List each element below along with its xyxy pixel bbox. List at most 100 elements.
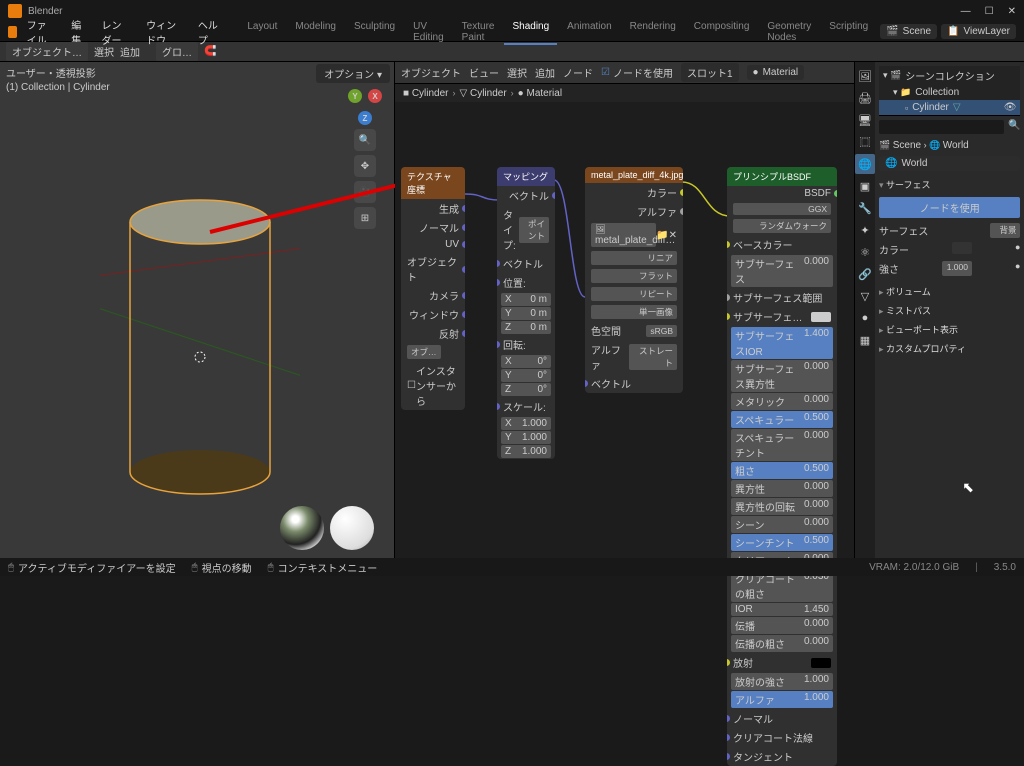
bsdf-param[interactable]: スペキュラー0.500 [731,411,833,428]
ptab-world[interactable]: 🌐 [855,154,875,174]
distribution[interactable]: GGX [733,203,831,215]
tc-output[interactable]: オブジェクト [401,252,465,286]
ptab-constraint[interactable]: 🔗 [855,264,875,284]
bsdf-param[interactable]: 伝播の粗さ0.000 [731,635,833,652]
workspace-tab-modeling[interactable]: Modeling [287,19,344,45]
node-principled-bsdf[interactable]: プリンシプルBSDF BSDF GGX ランダムウォーク ベースカラー サブサー… [727,167,837,766]
bsdf-param[interactable]: 伝播0.000 [731,617,833,634]
bsdf-param[interactable]: サブサーフェス0.000 [731,255,833,287]
panel-ビューポート表示[interactable]: ビューポート表示 [879,320,1020,339]
ptab-data[interactable]: ▽ [855,286,875,306]
bsdf-param[interactable]: メタリック0.000 [731,393,833,410]
ptab-render[interactable]: 🖼 [855,66,875,86]
workspace-tab-uv editing[interactable]: UV Editing [405,19,452,45]
bsdf-param[interactable]: シーン0.000 [731,516,833,533]
panel-カスタムプロパティ[interactable]: カスタムプロパティ [879,339,1020,358]
bsdf-param[interactable]: 異方性の回転0.000 [731,498,833,515]
use-nodes-checkbox[interactable]: ☑ノードを使用 [601,65,673,80]
bsdf-param[interactable]: 放射 [727,653,837,672]
tc-output[interactable]: カメラ [401,286,465,305]
ptab-modifier[interactable]: 🔧 [855,198,875,218]
scene-path[interactable]: 🎬 Scene › 🌐 World [879,138,1020,153]
workspace-tab-animation[interactable]: Animation [559,19,619,45]
ne-node[interactable]: ノード [563,65,593,80]
bsdf-param[interactable]: サブサーフェス異方性0.000 [731,360,833,392]
scene-dropdown[interactable]: 🎬 Scene [880,24,937,39]
image-file-field[interactable]: 🖼 metal_plate_diff… [591,223,656,247]
workspace-tab-shading[interactable]: Shading [504,19,557,45]
mapping-scale-Z[interactable]: Z1.000 [501,445,551,458]
mapping-loc-Z[interactable]: Z0 m [501,321,551,334]
bsdf-param[interactable]: 異方性0.000 [731,480,833,497]
tc-output[interactable]: 反射 [401,324,465,343]
panel-ミストパス[interactable]: ミストパス [879,301,1020,320]
viewport-options[interactable]: オプション ▾ [316,64,390,83]
toolbar-add[interactable]: 追加 [120,44,140,59]
ptab-scene[interactable]: ⿴ [855,132,875,152]
mapping-rot-X[interactable]: X0° [501,355,551,368]
world-selector[interactable]: 🌐 World [879,156,1020,171]
orientation-dropdown[interactable]: グロ… [156,42,198,61]
workspace-tab-layout[interactable]: Layout [239,19,285,45]
ptab-texture[interactable]: ▦ [855,330,875,350]
node-image-texture[interactable]: metal_plate_diff_4k.jpg カラー アルファ 🖼 metal… [585,167,683,393]
bsdf-param[interactable]: 粗さ0.500 [731,462,833,479]
cylinder-row[interactable]: ▫ Cylinder ▽👁 [879,100,1020,115]
interpolation[interactable]: リニア [591,251,677,265]
tc-output[interactable]: ノーマル [401,218,465,237]
remove-file-icon[interactable]: ✕ [669,230,677,241]
panel-ボリューム[interactable]: ボリューム [879,282,1020,301]
mapping-rot-Y[interactable]: Y0° [501,369,551,382]
move-icon[interactable]: ✥ [354,155,376,177]
ptab-material[interactable]: ● [855,308,875,328]
node-texture-coordinate[interactable]: テクスチャ座標 生成ノーマルUVオブジェクトカメラウィンドウ反射 オブ… ☐ イ… [401,167,465,410]
open-file-icon[interactable]: 📁 [656,230,668,241]
surface-panel[interactable]: サーフェス [879,175,1020,194]
crumb-3[interactable]: ● Material [518,88,562,99]
ne-view[interactable]: ビュー [469,65,499,80]
close-button[interactable]: ✕ [1008,6,1016,17]
crumb-2[interactable]: ▽ Cylinder [460,88,507,99]
colorspace[interactable]: sRGB [646,325,677,337]
strength-field[interactable]: 1.000 [942,261,972,276]
material-dropdown[interactable]: ● Material [747,65,805,80]
bsdf-param[interactable]: IOR1.450 [731,603,833,616]
snap-icon[interactable]: 🧲 [204,46,216,57]
tc-output[interactable]: ウィンドウ [401,305,465,324]
surface-type[interactable]: 背景 [990,223,1020,238]
toolbar-select[interactable]: 選択 [94,44,114,59]
camera-toggle-icon[interactable]: 🎥 [354,181,376,203]
bsdf-param[interactable]: 放射の強さ1.000 [731,673,833,690]
perspective-icon[interactable]: ⊞ [354,207,376,229]
object-field[interactable]: オブ… [407,345,441,359]
preview-sphere-diffuse[interactable] [330,506,374,550]
crumb-1[interactable]: ■ Cylinder [403,88,449,99]
ptab-view[interactable]: 🖥 [855,110,875,130]
preview-sphere-hdri[interactable] [280,506,324,550]
outliner[interactable]: ▾ 🎬 シーンコレクション ▾ 📁 Collection ▫ Cylinder … [879,66,1020,116]
cylinder-object[interactable] [100,162,300,522]
bsdf-param[interactable]: サブサーフェ… [727,307,837,326]
workspace-tab-texture paint[interactable]: Texture Paint [454,19,503,45]
instancer-checkbox[interactable]: インスタンサーから [416,363,459,408]
sss-method[interactable]: ランダムウォーク [733,219,831,233]
alpha-mode[interactable]: ストレート [629,344,677,370]
color-swatch[interactable] [952,242,972,254]
workspace-tab-rendering[interactable]: Rendering [622,19,684,45]
shader-node-editor[interactable]: オブジェクト ビュー 選択 追加 ノード ☑ノードを使用 スロット1 ● Mat… [395,62,854,560]
mapping-scale-X[interactable]: X1.000 [501,417,551,430]
bsdf-input[interactable]: ノーマル [727,709,837,728]
tc-output[interactable]: UV [401,237,465,252]
workspace-tab-geometry nodes[interactable]: Geometry Nodes [759,19,819,45]
ne-add[interactable]: 追加 [535,65,555,80]
workspace-tab-scripting[interactable]: Scripting [821,19,876,45]
node-mapping[interactable]: マッピング ベクトル タイプ:ポイント ベクトル 位置:X0 mY0 mZ0 m… [497,167,555,459]
mapping-scale-Y[interactable]: Y1.000 [501,431,551,444]
extension[interactable]: リピート [591,287,677,301]
ptab-output[interactable]: 🖨 [855,88,875,108]
mode-selector[interactable]: オブジェクト… [6,42,88,61]
axis-gizmo[interactable]: X Y Z [346,87,384,125]
zoom-icon[interactable]: 🔍 [354,129,376,151]
ptab-particle[interactable]: ✦ [855,220,875,240]
bsdf-param[interactable]: サブサーフェス範囲 [727,288,837,307]
